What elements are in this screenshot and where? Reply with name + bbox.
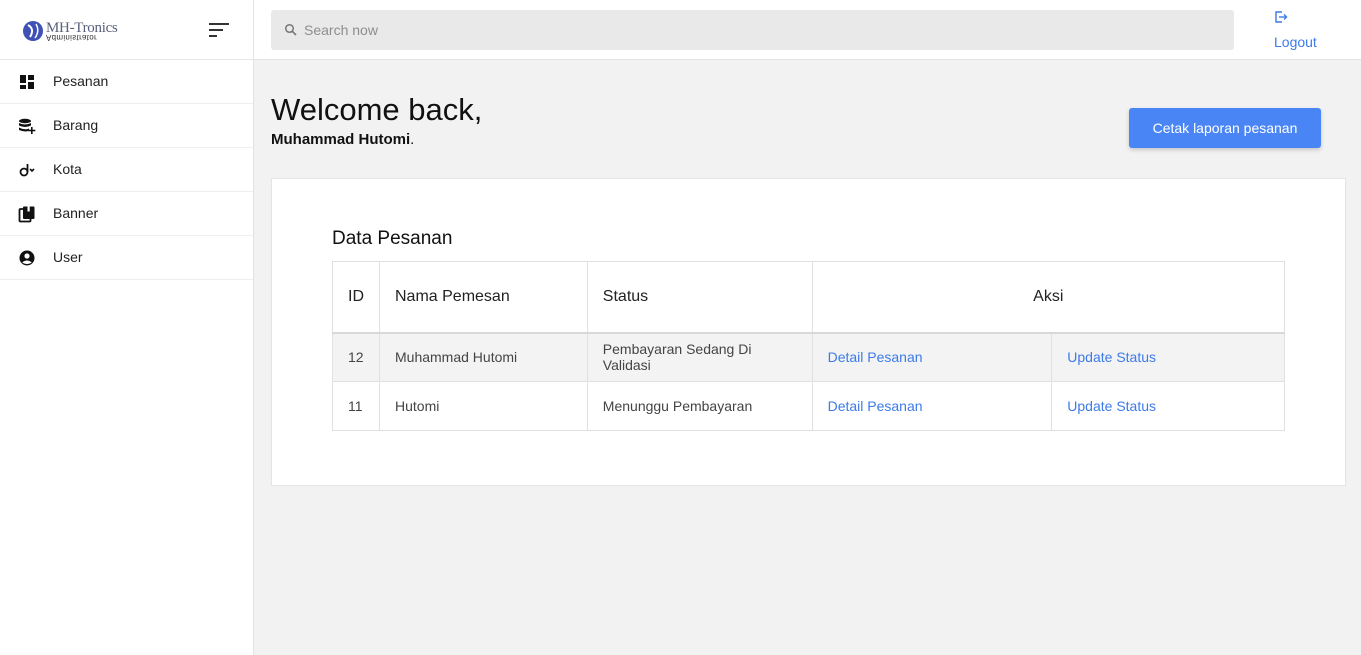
sidebar-item-label: Banner — [53, 205, 99, 221]
detail-cell: Detail Pesanan — [811, 332, 1053, 382]
table-row: 12 Muhammad Hutomi Pembayaran Sedang Di … — [332, 332, 1285, 382]
user-name-text: Muhammad Hutomi — [271, 131, 411, 148]
logo[interactable]: MH-Tronics Administrator — [22, 16, 132, 46]
sidebar: MH-Tronics Administrator Pesanan Barang — [0, 0, 254, 655]
account-circle-icon — [19, 250, 35, 266]
column-header-id: ID — [332, 261, 380, 334]
detail-order-link[interactable]: Detail Pesanan — [828, 349, 923, 365]
orders-card: Data Pesanan ID Nama Pemesan Status Aksi… — [271, 178, 1346, 486]
sidebar-item-user[interactable]: User — [0, 236, 253, 280]
sidebar-item-banner[interactable]: Banner — [0, 192, 253, 236]
logo-subtitle: Administrator — [46, 33, 98, 42]
detail-order-link[interactable]: Detail Pesanan — [828, 398, 923, 414]
sidebar-item-kota[interactable]: Kota — [0, 148, 253, 192]
order-id: 11 — [332, 381, 380, 431]
sidebar-item-barang[interactable]: Barang — [0, 104, 253, 148]
update-cell: Update Status — [1051, 381, 1285, 431]
column-header-status: Status — [586, 261, 813, 334]
update-status-link[interactable]: Update Status — [1067, 398, 1156, 414]
page-title: Welcome back, — [271, 92, 483, 127]
detail-cell: Detail Pesanan — [811, 381, 1053, 431]
order-id: 12 — [332, 332, 380, 382]
update-cell: Update Status — [1051, 332, 1285, 382]
search-box — [271, 10, 1234, 50]
order-status: Pembayaran Sedang Di Validasi — [586, 332, 813, 382]
column-header-aksi: Aksi — [811, 261, 1286, 334]
search-icon — [284, 23, 297, 36]
search-input[interactable] — [304, 10, 1204, 50]
table-header-row: ID Nama Pemesan Status Aksi — [332, 261, 1286, 334]
order-name: Muhammad Hutomi — [379, 332, 588, 382]
user-name-suffix: . — [410, 131, 415, 148]
table-row: 11 Hutomi Menunggu Pembayaran Detail Pes… — [332, 381, 1285, 431]
logout-button[interactable]: Logout — [1274, 8, 1334, 52]
sidebar-item-pesanan[interactable]: Pesanan — [0, 60, 253, 104]
sidebar-item-label: User — [53, 249, 83, 265]
brand-header: MH-Tronics Administrator — [0, 0, 253, 60]
user-name: Muhammad Hutomi. — [271, 131, 414, 148]
update-status-link[interactable]: Update Status — [1067, 349, 1156, 365]
sidebar-item-label: Kota — [53, 161, 82, 177]
dashboard-icon — [20, 75, 34, 89]
orders-title: Data Pesanan — [332, 228, 453, 249]
orders-table: ID Nama Pemesan Status Aksi 12 Muhammad … — [332, 261, 1286, 431]
column-header-name: Nama Pemesan — [379, 261, 588, 334]
menu-toggle-icon[interactable] — [209, 22, 229, 38]
print-report-button[interactable]: Cetak laporan pesanan — [1129, 108, 1321, 148]
logout-label: Logout — [1274, 34, 1317, 50]
database-add-icon — [19, 118, 36, 134]
top-bar: Logout — [254, 0, 1361, 60]
sidebar-item-label: Pesanan — [53, 73, 109, 89]
logo-mark-icon — [23, 21, 43, 41]
order-name: Hutomi — [379, 381, 588, 431]
location-pin-icon — [19, 164, 35, 177]
order-status: Menunggu Pembayaran — [586, 381, 813, 431]
book-icon — [18, 206, 35, 223]
sidebar-item-label: Barang — [53, 117, 99, 133]
logout-icon — [1275, 11, 1288, 23]
